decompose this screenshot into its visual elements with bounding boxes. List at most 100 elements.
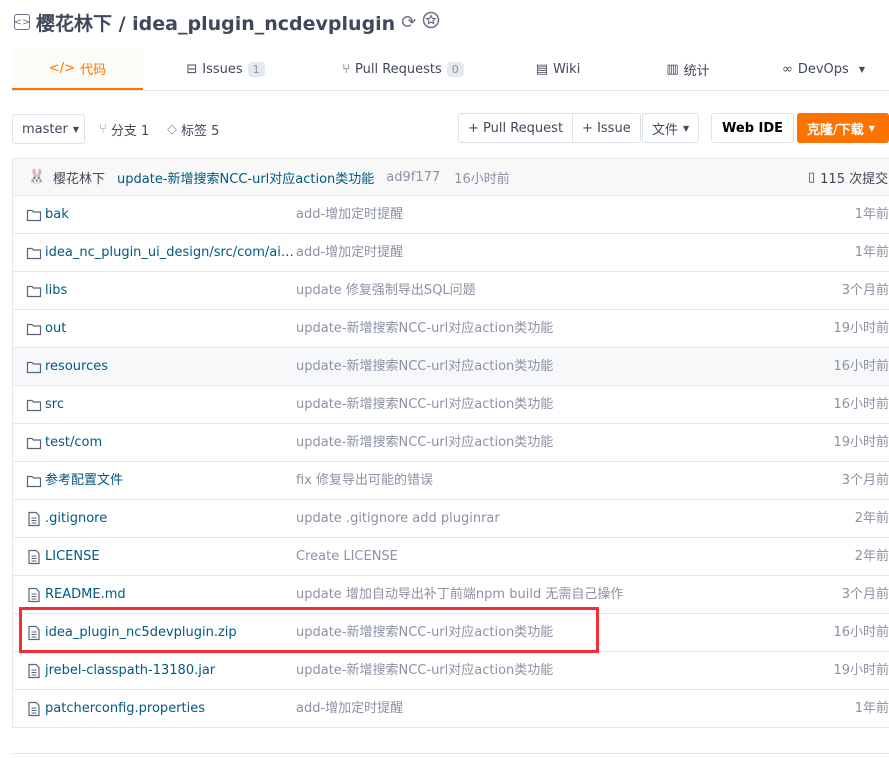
file-commit-time: 19小时前	[833, 663, 889, 678]
file-commit-message[interactable]: Create LICENSE	[296, 538, 398, 576]
repo-tabs: </> 代码 ⊟ Issues 1 ⑂ Pull Requests 0 ▤ Wi…	[12, 48, 889, 91]
file-commit-message[interactable]: fix 修复导出可能的错误	[296, 462, 433, 500]
commit-hash[interactable]: ad9f177	[386, 170, 440, 185]
divider	[12, 753, 889, 754]
branches-link[interactable]: ⑂ 分支 1	[99, 114, 149, 144]
file-commit-message[interactable]: update-新增搜索NCC-url对应action类功能	[296, 348, 553, 386]
tab-issues[interactable]: ⊟ Issues 1	[143, 48, 308, 90]
sync-icon[interactable]: ⟳	[401, 12, 416, 33]
file-name-link[interactable]: bak	[45, 196, 295, 234]
web-ide-button[interactable]: Web IDE	[711, 113, 795, 143]
tab-label: 统计	[683, 63, 710, 79]
file-row[interactable]: idea_nc_plugin_ui_design/src/com/air/i..…	[12, 234, 889, 272]
devops-icon: ∞	[782, 61, 793, 77]
commit-count-link[interactable]: ▯ 115 次提交	[808, 168, 888, 187]
file-commit-message[interactable]: update-新增搜索NCC-url对应action类功能	[296, 386, 553, 424]
file-row[interactable]: out update-新增搜索NCC-url对应action类功能 19小时前	[12, 310, 889, 348]
file-icon	[26, 549, 42, 565]
new-pull-request-button[interactable]: + Pull Request	[458, 113, 574, 143]
folder-icon	[26, 245, 42, 261]
tab-code[interactable]: </> 代码	[12, 48, 143, 90]
highlight-box	[19, 607, 599, 653]
file-commit-message[interactable]: update-新增搜索NCC-url对应action类功能	[296, 310, 553, 348]
file-commit-time: 19小时前	[833, 435, 889, 450]
file-row[interactable]: resources update-新增搜索NCC-url对应action类功能 16…	[12, 348, 889, 386]
branches-label: 分支 1	[110, 123, 150, 139]
file-commit-time: 1年前	[854, 207, 889, 222]
tab-devops[interactable]: ∞ DevOps ▼	[758, 48, 889, 90]
pull-request-icon: ⑂	[342, 61, 350, 77]
file-name-link[interactable]: patcherconfig.properties	[45, 690, 295, 728]
history-icon: ▯	[808, 169, 816, 185]
file-row[interactable]: 参考配置文件 fix 修复导出可能的错误 3个月前	[12, 462, 889, 500]
create-group: + Pull Request + Issue	[458, 113, 641, 143]
file-commit-time: 3个月前	[841, 283, 889, 298]
file-row[interactable]: libs update 修复强制导出SQL问题 3个月前	[12, 272, 889, 310]
recommended-badge-icon	[422, 11, 440, 34]
folder-icon	[26, 207, 42, 223]
repo-title[interactable]: 樱花林下 / idea_plugin_ncdevplugin	[36, 9, 395, 36]
commit-message-link[interactable]: update-新增搜索NCC-url对应action类功能	[117, 168, 374, 187]
file-commit-message[interactable]: update-新增搜索NCC-url对应action类功能	[296, 652, 553, 690]
file-row[interactable]: src update-新增搜索NCC-url对应action类功能 16小时前	[12, 386, 889, 424]
chevron-down-icon: ▼	[683, 123, 690, 133]
avatar[interactable]: 🐰	[27, 167, 47, 187]
file-row[interactable]: LICENSE Create LICENSE 2年前	[12, 538, 889, 576]
clone-download-button[interactable]: 克隆/下载 ▼	[797, 113, 889, 143]
file-name-link[interactable]: .gitignore	[45, 500, 295, 538]
file-commit-message[interactable]: add-增加定时提醒	[296, 234, 403, 272]
tab-pull-requests[interactable]: ⑂ Pull Requests 0	[308, 48, 498, 90]
file-name-link[interactable]: resources	[45, 348, 295, 386]
file-row[interactable]: .gitignore update .gitignore add pluginra…	[12, 500, 889, 538]
file-commit-time: 16小时前	[833, 397, 889, 412]
file-name-link[interactable]: 参考配置文件	[45, 462, 295, 500]
tags-label: 标签 5	[181, 123, 220, 139]
file-commit-time: 1年前	[854, 245, 889, 260]
file-commit-time: 1年前	[854, 701, 889, 716]
wiki-icon: ▤	[535, 61, 548, 77]
file-name-link[interactable]: libs	[45, 272, 295, 310]
file-icon	[26, 587, 42, 603]
file-icon	[26, 663, 42, 679]
file-name-link[interactable]: src	[45, 386, 295, 424]
file-commit-time: 3个月前	[841, 587, 889, 602]
commit-author[interactable]: 樱花林下	[53, 168, 105, 187]
file-name-link[interactable]: test/com	[45, 424, 295, 462]
code-repo-icon: <>	[14, 14, 30, 30]
branch-select[interactable]: master ▼	[12, 114, 85, 144]
tab-label: Wiki	[552, 61, 581, 77]
file-name-link[interactable]: LICENSE	[45, 538, 295, 576]
tags-link[interactable]: ◇ 标签 5	[167, 114, 219, 144]
file-icon	[26, 511, 42, 527]
tab-label: Pull Requests	[355, 61, 442, 77]
stats-icon: ▥	[666, 61, 679, 77]
file-commit-message[interactable]: add-增加定时提醒	[296, 196, 403, 234]
file-commit-time: 16小时前	[833, 359, 889, 374]
file-row[interactable]: jrebel-classpath-13180.jar update-新增搜索NCC…	[12, 652, 889, 690]
repo-header: <> 樱花林下 / idea_plugin_ncdevplugin ⟳	[14, 8, 440, 36]
commit-time: 16小时前	[454, 171, 510, 187]
file-commit-message[interactable]: update-新增搜索NCC-url对应action类功能	[296, 424, 553, 462]
file-row[interactable]: test/com update-新增搜索NCC-url对应action类功能 19小…	[12, 424, 889, 462]
folder-icon	[26, 473, 42, 489]
file-row[interactable]: patcherconfig.properties add-增加定时提醒 1年前	[12, 690, 889, 728]
tab-wiki[interactable]: ▤ Wiki	[498, 48, 618, 90]
file-menu-button[interactable]: 文件 ▼	[642, 113, 700, 143]
file-name-link[interactable]: idea_nc_plugin_ui_design/src/com/air/i..…	[45, 234, 295, 272]
branch-icon: ⑂	[99, 121, 107, 137]
file-row[interactable]: bak add-增加定时提醒 1年前	[12, 196, 889, 234]
folder-icon	[26, 321, 42, 337]
folder-icon	[26, 359, 42, 375]
new-issue-button[interactable]: + Issue	[573, 113, 641, 143]
chevron-down-icon: ▼	[868, 123, 875, 133]
file-commit-message[interactable]: update 修复强制导出SQL问题	[296, 272, 476, 310]
folder-icon	[26, 397, 42, 413]
file-commit-message[interactable]: add-增加定时提醒	[296, 690, 403, 728]
chevron-down-icon: ▼	[72, 124, 79, 134]
commit-count: 115 次提交	[820, 171, 889, 187]
tab-stats[interactable]: ▥ 统计	[618, 48, 758, 90]
file-name-link[interactable]: out	[45, 310, 295, 348]
folder-icon	[26, 435, 42, 451]
file-commit-message[interactable]: update .gitignore add pluginrar	[296, 500, 500, 538]
file-name-link[interactable]: jrebel-classpath-13180.jar	[45, 652, 295, 690]
